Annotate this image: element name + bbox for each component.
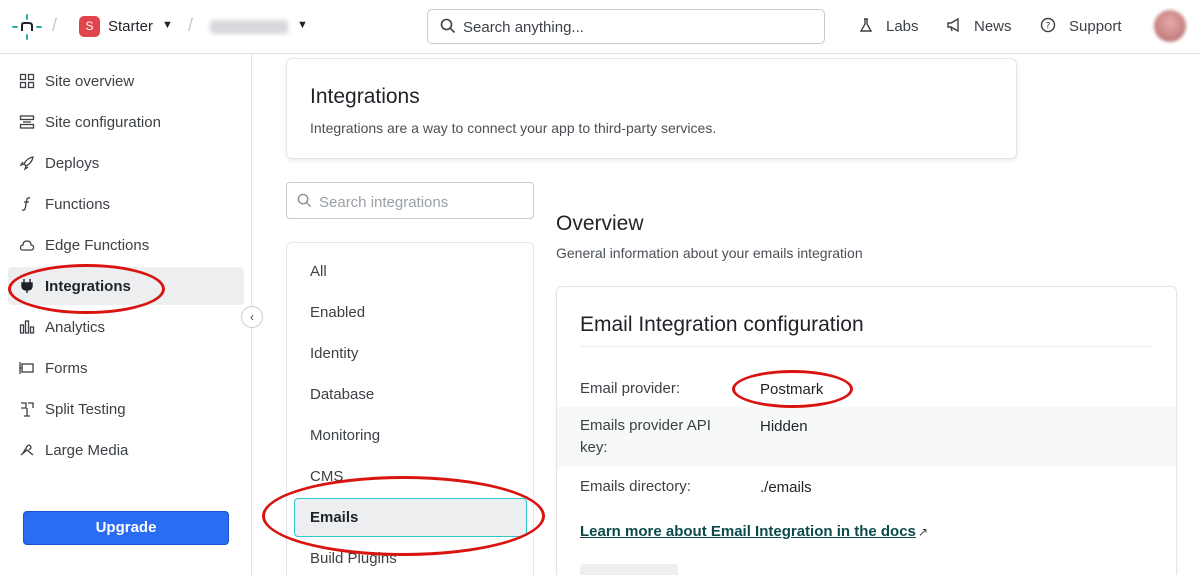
search-placeholder: Search anything...	[463, 19, 584, 36]
category-label: Enabled	[310, 304, 366, 321]
emails-directory-label: Emails directory:	[580, 478, 691, 495]
overview-subtitle: General information about your emails in…	[556, 245, 863, 261]
team-badge: S	[79, 16, 100, 37]
global-search-input[interactable]: Search anything...	[427, 9, 825, 44]
external-link-icon: ↗	[918, 525, 929, 539]
category-label: Monitoring	[310, 427, 381, 444]
docs-link[interactable]: Learn more about Email Integration in th…	[580, 523, 916, 540]
category-cms[interactable]: CMS	[294, 457, 527, 496]
integration-category-list: All Enabled Identity Database Monitoring…	[286, 242, 534, 575]
search-icon	[297, 193, 312, 208]
help-circle-icon: ?	[1040, 17, 1056, 33]
cloud-icon	[19, 240, 35, 251]
category-emails[interactable]: Emails	[294, 498, 527, 537]
split-icon	[21, 402, 34, 417]
megaphone-icon	[947, 17, 959, 33]
breadcrumb-separator: /	[188, 15, 194, 35]
chevron-down-icon[interactable]: ▼	[297, 19, 308, 31]
sidebar-item-label: Edge Functions	[45, 237, 150, 254]
overview-title: Overview	[556, 212, 644, 235]
sidebar-item-label: Forms	[45, 360, 88, 377]
flask-icon	[859, 18, 873, 32]
search-icon	[440, 18, 456, 34]
category-label: CMS	[310, 468, 344, 485]
search-placeholder: Search integrations	[319, 194, 449, 211]
svg-text:?: ?	[1046, 22, 1051, 32]
config-icon	[19, 115, 35, 129]
category-monitoring[interactable]: Monitoring	[294, 416, 527, 455]
email-config-card: Email Integration configuration Email pr…	[556, 286, 1177, 575]
plug-icon	[21, 279, 33, 293]
form-icon	[19, 362, 34, 374]
category-label: Emails	[310, 509, 359, 526]
grid-icon	[19, 73, 35, 89]
support-link[interactable]: Support	[1069, 18, 1122, 35]
category-label: All	[310, 263, 327, 280]
category-enabled[interactable]: Enabled	[294, 293, 527, 332]
category-build-plugins[interactable]: Build Plugins	[294, 539, 527, 575]
sidebar-item-label: Functions	[45, 196, 111, 213]
sidebar-item-label: Analytics	[45, 319, 106, 336]
sidebar-item-label: Site overview	[45, 73, 135, 90]
integrations-header-card: Integrations Integrations are a way to c…	[286, 58, 1017, 159]
sidebar-item-label: Large Media	[45, 442, 129, 459]
sidebar: Site overview Site configuration Deploys…	[0, 54, 252, 575]
sidebar-item-label: Split Testing	[45, 401, 126, 418]
rocket-icon	[19, 156, 34, 171]
news-link[interactable]: News	[974, 18, 1012, 35]
sidebar-item-deploys[interactable]: Deploys	[8, 144, 244, 182]
sidebar-item-integrations[interactable]: Integrations	[8, 267, 244, 305]
sidebar-item-label: Site configuration	[45, 114, 161, 131]
sidebar-item-label: Integrations	[45, 278, 131, 295]
divider	[580, 346, 1154, 347]
sidebar-item-split-testing[interactable]: Split Testing	[8, 390, 244, 428]
function-icon	[21, 197, 31, 211]
chevron-left-icon: ‹	[250, 310, 254, 324]
email-provider-label: Email provider:	[580, 380, 681, 397]
upgrade-button[interactable]: Upgrade	[23, 511, 229, 545]
sidebar-item-forms[interactable]: Forms	[8, 349, 244, 387]
site-name-redacted[interactable]	[210, 20, 288, 34]
bar-chart-icon	[19, 320, 35, 334]
api-key-label: Emails provider API key:	[580, 417, 711, 456]
top-bar: / S Starter ▼ / ▼ Search anything... Lab…	[0, 0, 1200, 54]
api-key-value: Hidden	[760, 418, 808, 435]
sidebar-item-functions[interactable]: Functions	[8, 185, 244, 223]
sidebar-item-analytics[interactable]: Analytics	[8, 308, 244, 346]
sidebar-item-large-media[interactable]: Large Media	[8, 431, 244, 469]
category-label: Build Plugins	[310, 550, 397, 567]
category-label: Database	[310, 386, 375, 403]
team-name[interactable]: Starter	[108, 18, 153, 35]
labs-link[interactable]: Labs	[886, 18, 919, 35]
breadcrumb-separator: /	[52, 15, 58, 35]
page-title: Integrations	[310, 85, 420, 108]
sidebar-item-label: Deploys	[45, 155, 100, 172]
emails-directory-value: ./emails	[760, 479, 812, 496]
chevron-down-icon[interactable]: ▼	[162, 19, 173, 31]
category-label: Identity	[310, 345, 359, 362]
config-title: Email Integration configuration	[580, 313, 864, 336]
netlify-logo-icon[interactable]	[12, 14, 42, 40]
sidebar-item-site-configuration[interactable]: Site configuration	[8, 103, 244, 141]
email-provider-value: Postmark	[760, 381, 824, 398]
category-all[interactable]: All	[294, 252, 527, 291]
category-identity[interactable]: Identity	[294, 334, 527, 373]
edit-settings-button[interactable]	[580, 564, 678, 575]
sidebar-item-edge-functions[interactable]: Edge Functions	[8, 226, 244, 264]
sidebar-item-site-overview[interactable]: Site overview	[8, 62, 244, 100]
page-subtitle: Integrations are a way to connect your a…	[310, 120, 717, 136]
category-database[interactable]: Database	[294, 375, 527, 414]
collapse-sidebar-button[interactable]: ‹	[241, 306, 263, 328]
media-icon	[20, 444, 34, 456]
avatar[interactable]	[1154, 10, 1186, 42]
integrations-search-input[interactable]: Search integrations	[286, 182, 534, 219]
